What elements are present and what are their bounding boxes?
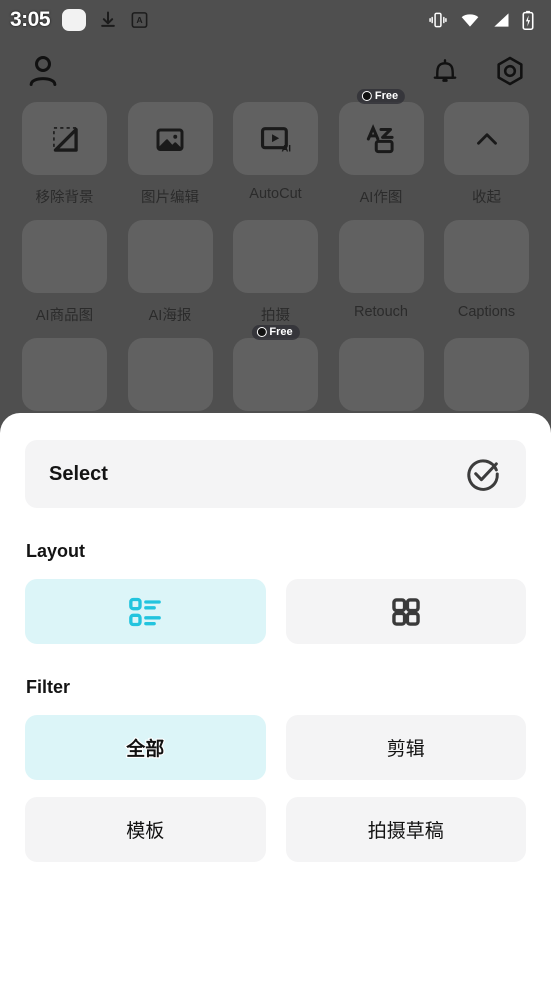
tool-label: 收起: [472, 190, 501, 206]
layout-options: [25, 579, 526, 644]
bell-icon[interactable]: [429, 55, 461, 87]
filter-option-template[interactable]: 模板: [25, 797, 266, 862]
tool-label: Captions: [457, 304, 516, 320]
image-edit-icon: [156, 128, 184, 151]
tool-tile[interactable]: AI: [233, 102, 318, 175]
free-badge-label: Free: [269, 326, 293, 338]
filter-option-label: 全部: [125, 738, 165, 761]
tool-cell-ai-image[interactable]: Free AI作图: [338, 89, 424, 207]
filter-option-label: 剪辑: [386, 739, 425, 760]
filter-option-label: 模板: [126, 821, 165, 842]
tool-label: 图片编辑: [141, 190, 199, 206]
tool-cell-partial-4[interactable]: [338, 338, 424, 411]
tool-label: AI作图: [359, 190, 403, 206]
tool-tile[interactable]: [233, 220, 318, 293]
filter-option-camera-draft[interactable]: 拍摄草稿: [285, 797, 526, 862]
tool-cell-retouch[interactable]: Retouch: [338, 220, 424, 325]
tool-grid: 移除背景 图片编辑 AI AutoCut Free AI作图 收起 AI商品图 …: [0, 89, 551, 424]
layout-option-grid-view[interactable]: [285, 579, 526, 644]
tool-label: AI海报: [148, 308, 192, 324]
tool-cell-autocut[interactable]: AI AutoCut: [233, 102, 318, 207]
app-topbar: [0, 40, 551, 102]
tool-label: AI商品图: [35, 308, 94, 324]
autocut-ai-icon: AI: [260, 126, 291, 154]
tool-tile[interactable]: [338, 220, 424, 293]
tool-tile[interactable]: Free: [338, 89, 424, 175]
vibrate-icon: [429, 12, 447, 28]
tool-tile[interactable]: [338, 338, 424, 411]
filter-options-row-2: 模板 拍摄草稿: [25, 797, 526, 862]
layout-section-title: Layout: [26, 541, 86, 561]
free-badge: Free: [251, 325, 300, 340]
tool-tile[interactable]: [444, 102, 529, 175]
download-icon: [101, 11, 115, 27]
layout-option-list-view[interactable]: [25, 579, 266, 644]
tool-row-partial: Free: [22, 325, 529, 411]
select-row[interactable]: Select: [25, 440, 526, 508]
remove-background-icon: [52, 126, 78, 152]
tool-label: 拍摄: [261, 308, 290, 324]
tool-label: 移除背景: [35, 190, 94, 206]
select-label: Select: [49, 462, 108, 485]
status-bar-left: 3:05 A: [10, 8, 149, 32]
filter-option-label: 拍摄草稿: [367, 821, 444, 842]
tool-cell-collapse[interactable]: 收起: [444, 102, 529, 207]
tool-tile[interactable]: [127, 220, 213, 293]
bottom-sheet: Select Layout Filter 全部 剪辑 模板 拍摄草稿: [0, 413, 551, 983]
tool-row: AI商品图 AI海报 拍摄 Retouch Captions: [22, 220, 529, 325]
filter-section-title: Filter: [26, 677, 71, 697]
rounded-blob-icon: [62, 9, 87, 31]
list-view-icon: [129, 597, 162, 626]
tool-label: Retouch: [353, 304, 408, 320]
chevron-up-icon: [476, 132, 497, 145]
status-time: 3:05: [10, 8, 51, 31]
svg-text:AI: AI: [281, 143, 291, 154]
hex-gear-icon[interactable]: [493, 54, 527, 88]
filter-option-all[interactable]: 全部: [25, 715, 266, 780]
tool-tile[interactable]: Free: [233, 325, 318, 411]
ai-text-image-icon: [366, 123, 394, 153]
tool-label: AutoCut: [249, 186, 302, 202]
filter-option-edit[interactable]: 剪辑: [285, 715, 526, 780]
tool-cell-camera[interactable]: 拍摄: [233, 220, 318, 325]
tool-cell-partial-1[interactable]: [22, 338, 107, 411]
wifi-icon: [461, 14, 479, 27]
tool-cell-ai-poster[interactable]: AI海报: [127, 220, 213, 325]
tool-tile[interactable]: [127, 102, 213, 175]
tool-tile[interactable]: [22, 338, 107, 411]
tool-tile[interactable]: [127, 338, 213, 411]
tool-cell-captions[interactable]: Captions: [444, 220, 529, 325]
filter-options-row-1: 全部 剪辑: [25, 715, 526, 780]
battery-icon: [522, 10, 534, 30]
tool-tile[interactable]: [22, 220, 107, 293]
tool-row: 移除背景 图片编辑 AI AutoCut Free AI作图 收起: [22, 89, 529, 207]
tool-tile[interactable]: [444, 338, 529, 411]
tool-tile[interactable]: [22, 102, 107, 175]
signal-icon: [494, 13, 509, 27]
tool-cell-partial-3[interactable]: Free: [233, 325, 318, 411]
check-circle-icon[interactable]: [464, 455, 502, 493]
grid-view-icon: [392, 597, 420, 626]
status-bar: 3:05 A: [0, 0, 551, 40]
tool-tile[interactable]: [444, 220, 529, 293]
clock-icon: [256, 327, 267, 337]
svg-text:A: A: [136, 15, 143, 25]
tool-cell-partial-2[interactable]: [127, 338, 213, 411]
person-icon[interactable]: [24, 52, 62, 90]
tool-cell-image-edit[interactable]: 图片编辑: [127, 102, 213, 207]
app-topbar-right: [429, 54, 527, 88]
status-bar-right: [427, 10, 541, 31]
tool-cell-remove-background[interactable]: 移除背景: [22, 102, 107, 207]
a-badge-icon: A: [131, 12, 148, 28]
tool-cell-partial-5[interactable]: [444, 338, 529, 411]
tool-cell-ai-product[interactable]: AI商品图: [22, 220, 107, 325]
